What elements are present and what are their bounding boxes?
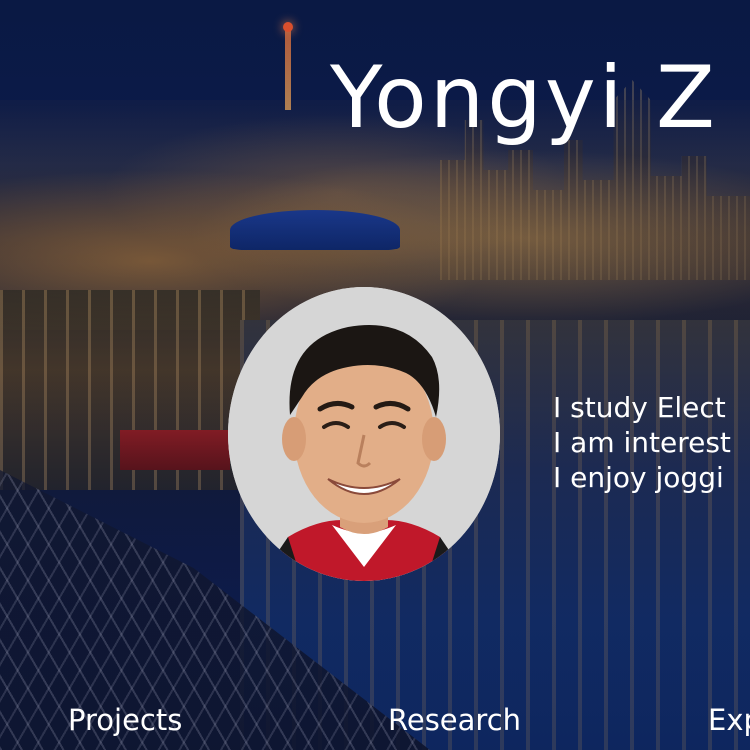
avatar [228, 287, 500, 581]
bio-line-hobbies: I enjoy joggi [553, 461, 724, 494]
section-nav: Projects Research Exp [0, 700, 750, 744]
bio-line-study: I study Elect [553, 391, 726, 424]
nav-link-research[interactable]: Research [388, 700, 521, 740]
nav-link-projects[interactable]: Projects [68, 700, 182, 740]
nav-link-experience[interactable]: Exp [708, 700, 750, 740]
bio-line-interests: I am interest [553, 426, 731, 459]
portrait-photo [228, 287, 500, 581]
page-title: Yongyi Z [330, 48, 718, 148]
bio-list: I study Elect I am interest I enjoy jogg… [553, 390, 731, 495]
